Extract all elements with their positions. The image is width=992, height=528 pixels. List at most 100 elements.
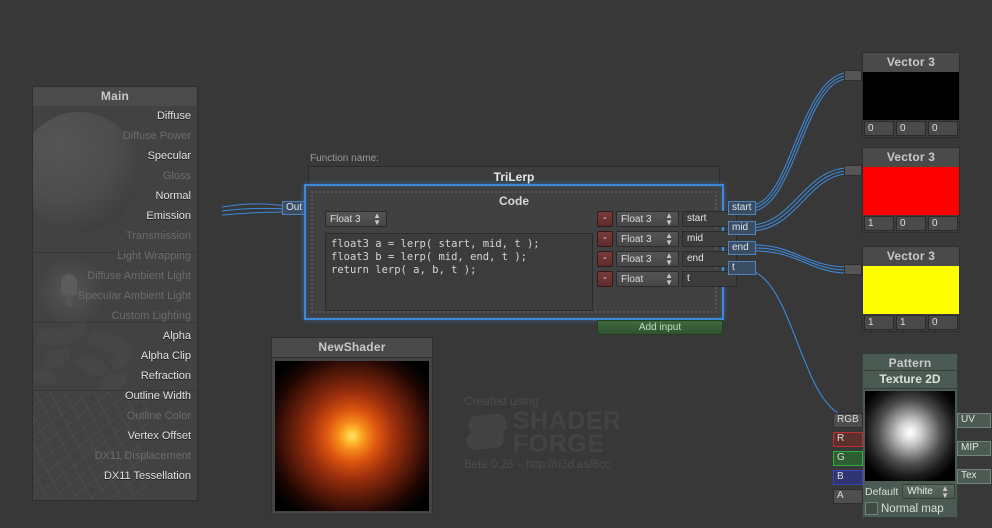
vector3-node[interactable]: Vector 3110 — [862, 246, 960, 332]
code-input-port-end[interactable]: end — [728, 241, 756, 255]
main-slot-label: Alpha Clip — [141, 350, 191, 362]
vector3-node[interactable]: Vector 3100 — [862, 147, 960, 233]
vector3-x-field[interactable]: 1 — [864, 315, 894, 330]
texture-2d-node[interactable]: Texture 2D RGBRGBA UVMIPTex Default Whit… — [862, 370, 958, 518]
vector3-z-field[interactable]: 0 — [928, 216, 958, 231]
main-slot-transmission[interactable]: Transmission — [33, 226, 197, 246]
vector3-component-fields: 100 — [862, 215, 960, 233]
add-input-button[interactable]: Add input — [597, 320, 723, 335]
main-slot-diffuse[interactable]: Diffuse — [33, 106, 197, 126]
vector3-node[interactable]: Vector 3000 — [862, 52, 960, 138]
vector3-y-field[interactable]: 0 — [896, 216, 926, 231]
texture-output-r[interactable]: R — [833, 432, 863, 447]
code-input-port-mid[interactable]: mid — [728, 221, 756, 235]
texture-input-uv[interactable]: UV — [957, 413, 991, 428]
code-node-body[interactable]: Code Float 3 ▲▼ float3 a = lerp( start, … — [304, 184, 724, 320]
watermark-created-using: Created using — [464, 394, 644, 408]
input-type-dropdown[interactable]: Float 3 ▲▼ — [616, 251, 679, 267]
texture-default-value: White — [907, 486, 933, 497]
function-name-label: Function name: — [310, 153, 379, 164]
code-section-header: Code — [313, 193, 715, 208]
chevron-updown-icon: ▲▼ — [373, 212, 381, 226]
watermark-beta-text: Beta 0.28 – http://u3d.as/6cc — [464, 459, 644, 471]
main-node-title: Main — [32, 86, 198, 106]
main-slot-alpha-clip[interactable]: Alpha Clip — [33, 346, 197, 366]
texture-input-tex[interactable]: Tex — [957, 469, 991, 484]
input-type-dropdown[interactable]: Float 3▲▼ — [616, 231, 679, 247]
code-input-row: -Float▲▼t — [597, 271, 737, 287]
remove-input-button[interactable]: - — [597, 211, 613, 227]
vector3-z-field[interactable]: 0 — [928, 121, 958, 136]
main-slot-dx11-tessellation[interactable]: DX11 Tessellation — [33, 466, 197, 486]
main-slot-vertex-offset[interactable]: Vertex Offset — [33, 426, 197, 446]
main-slot-custom-lighting[interactable]: Custom Lighting — [33, 306, 197, 326]
main-slot-emission[interactable]: Emission — [33, 206, 197, 226]
main-slot-diffuse-power[interactable]: Diffuse Power — [33, 126, 197, 146]
texture-output-a[interactable]: A — [833, 489, 863, 504]
normal-map-checkbox[interactable] — [865, 502, 878, 515]
vector3-color-swatch — [862, 266, 960, 314]
normal-map-row[interactable]: Normal map — [865, 502, 955, 515]
main-slot-gloss[interactable]: Gloss — [33, 166, 197, 186]
remove-input-button[interactable]: - — [597, 271, 613, 287]
texture-default-dropdown[interactable]: White ▲▼ — [902, 484, 955, 499]
main-slot-label: Outline Width — [125, 390, 191, 402]
main-slot-outline-color[interactable]: Outline Color — [33, 406, 197, 426]
vector3-output-port[interactable] — [844, 264, 862, 275]
code-input-port-start[interactable]: start — [728, 201, 756, 215]
node-graph-canvas[interactable]: Main DiffuseDif — [0, 0, 992, 528]
input-type-value: Float 3 — [621, 254, 652, 265]
main-slot-specular-ambient-light[interactable]: Specular Ambient Light — [33, 286, 197, 306]
main-node[interactable]: Main DiffuseDif — [32, 86, 198, 501]
texture-2d-title: Texture 2D — [862, 370, 958, 388]
main-slot-label: Diffuse Power — [123, 130, 191, 142]
chevron-updown-icon: ▲▼ — [665, 252, 673, 266]
input-type-dropdown[interactable]: Float 3▲▼ — [616, 211, 679, 227]
main-slot-diffuse-ambient-light[interactable]: Diffuse Ambient Light — [33, 266, 197, 286]
main-slot-label: Specular Ambient Light — [78, 290, 191, 302]
vector3-x-field[interactable]: 1 — [864, 216, 894, 231]
main-slot-label: Vertex Offset — [128, 430, 191, 442]
vector3-output-port[interactable] — [844, 70, 862, 81]
main-slot-normal[interactable]: Normal — [33, 186, 197, 206]
chevron-updown-icon: ▲▼ — [941, 485, 949, 499]
texture-output-ports: RGBRGBA — [833, 413, 863, 508]
watermark: Created using SHADER FORGE Beta 0.28 – h… — [464, 394, 644, 471]
return-type-value: Float 3 — [330, 214, 361, 225]
code-editor-textarea[interactable]: float3 a = lerp( start, mid, t ); float3… — [325, 233, 593, 311]
vector3-y-field[interactable]: 0 — [896, 121, 926, 136]
main-slot-refraction[interactable]: Refraction — [33, 366, 197, 386]
main-slot-outline-width[interactable]: Outline Width — [33, 386, 197, 406]
code-input-port-t[interactable]: t — [728, 261, 756, 275]
main-slot-label: Gloss — [163, 170, 191, 182]
return-type-dropdown[interactable]: Float 3 ▲▼ — [325, 211, 387, 227]
input-type-value: Float — [621, 274, 643, 285]
main-slot-label: Diffuse — [157, 110, 191, 122]
vector3-z-field[interactable]: 0 — [928, 315, 958, 330]
vector3-color-swatch — [862, 72, 960, 120]
main-node-slot-list: Diffuse Diffuse Power Specular Gloss NormalE… — [32, 106, 198, 501]
shader-preview-node[interactable]: NewShader — [271, 337, 433, 515]
main-slot-light-wrapping[interactable]: Light Wrapping — [33, 246, 197, 266]
shader-preview-title: NewShader — [271, 337, 433, 357]
remove-input-button[interactable]: - — [597, 251, 613, 267]
vector3-x-field[interactable]: 0 — [864, 121, 894, 136]
texture-output-b[interactable]: B — [833, 470, 863, 485]
texture-input-ports: UV MIP Tex — [957, 413, 991, 497]
main-slot-dx11-displacement[interactable]: DX11 Displacement — [33, 446, 197, 466]
code-node-out-port[interactable]: Out — [282, 201, 306, 215]
vector3-output-port[interactable] — [844, 165, 862, 176]
texture-input-mip[interactable]: MIP — [957, 441, 991, 456]
texture-output-rgb[interactable]: RGB — [833, 413, 863, 428]
main-slot-specular[interactable]: Specular — [33, 146, 197, 166]
remove-input-button[interactable]: - — [597, 231, 613, 247]
input-type-dropdown[interactable]: Float▲▼ — [616, 271, 679, 287]
vector3-y-field[interactable]: 1 — [896, 315, 926, 330]
texture-output-g[interactable]: G — [833, 451, 863, 466]
main-slot-alpha[interactable]: Alpha — [33, 326, 197, 346]
vector3-component-fields: 110 — [862, 314, 960, 332]
shader-preview-body — [271, 357, 433, 515]
main-slot-label: Specular — [148, 150, 191, 162]
shader-forge-logo: SHADER FORGE — [464, 410, 644, 456]
vector3-node-title: Vector 3 — [862, 147, 960, 167]
